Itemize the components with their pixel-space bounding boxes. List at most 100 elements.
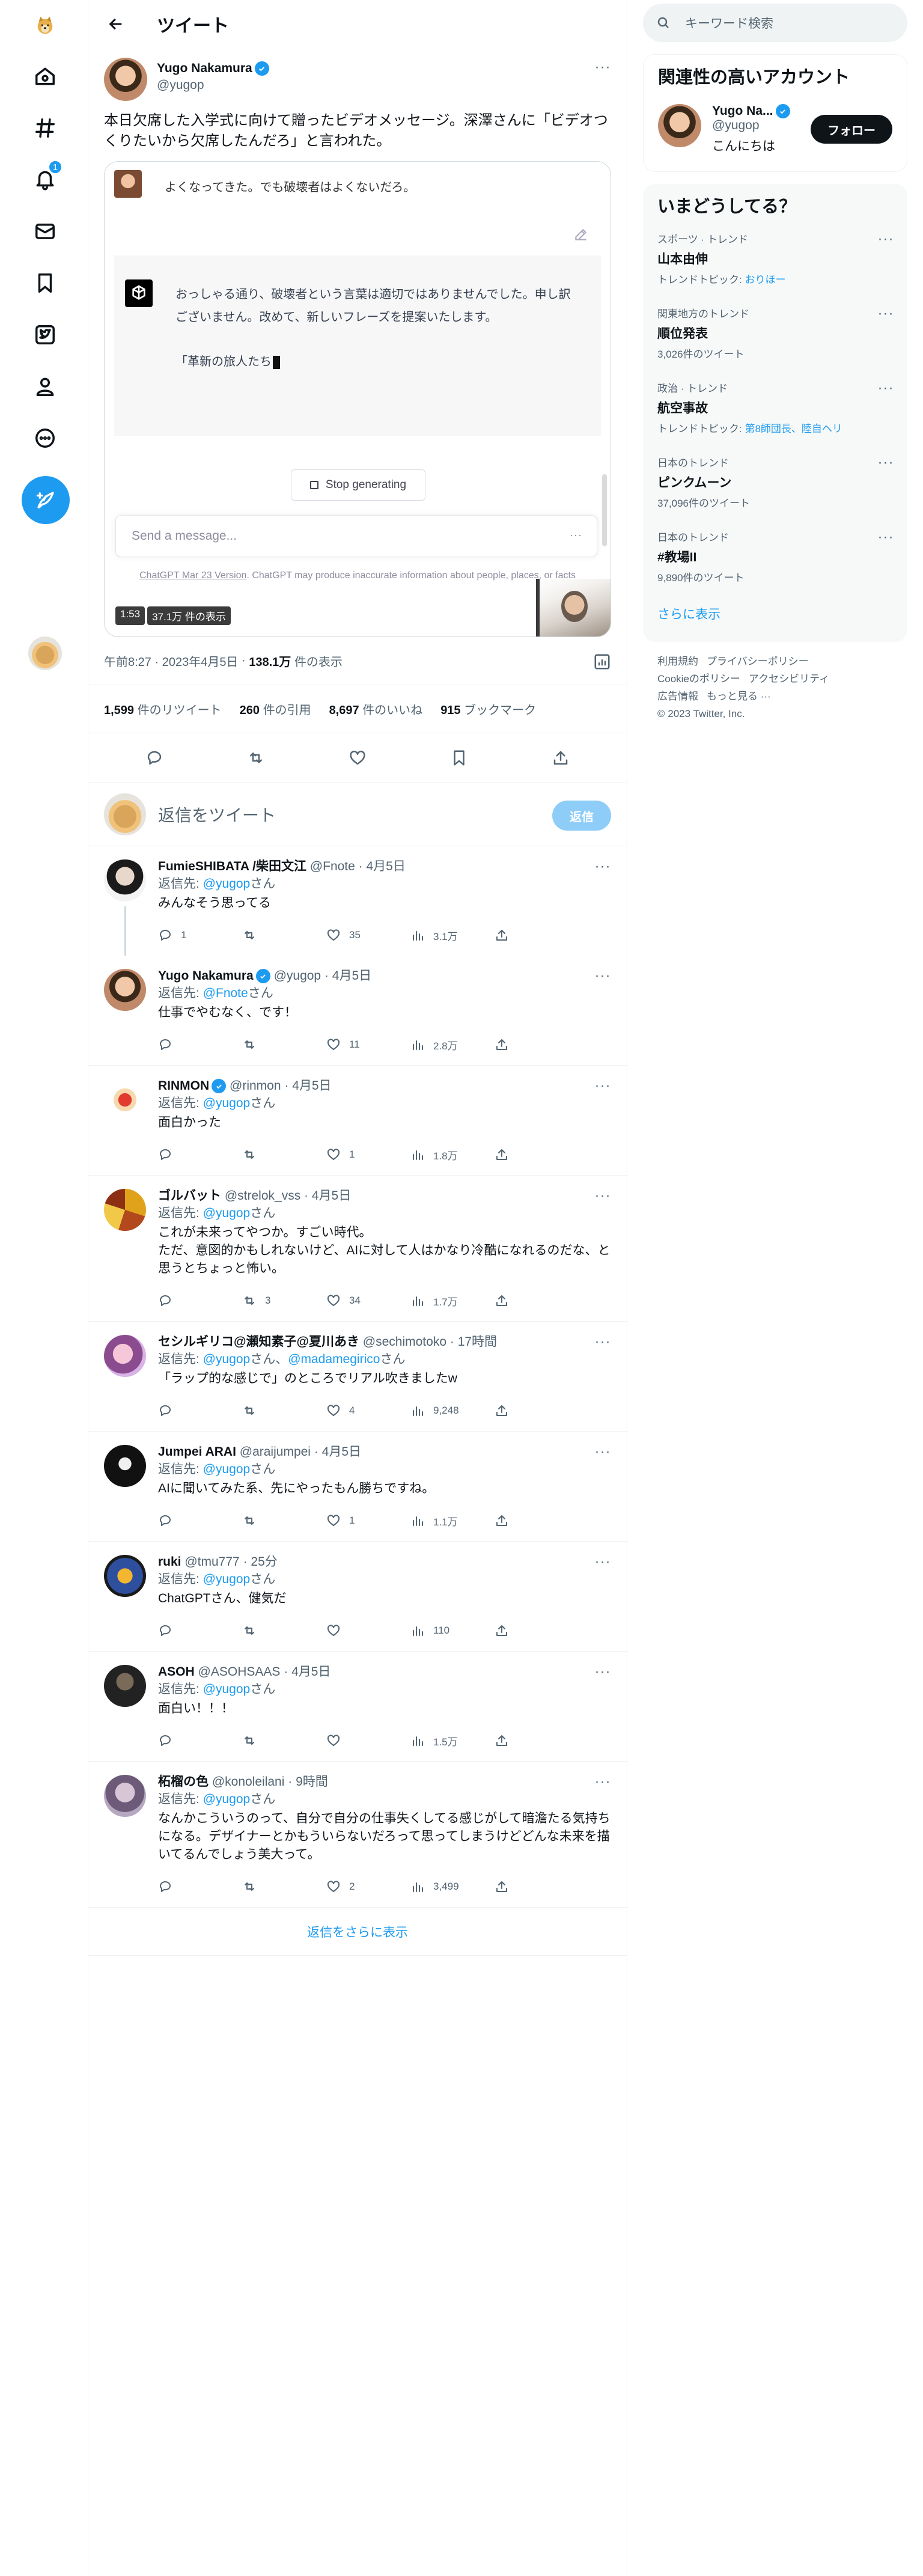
more-options-icon[interactable]: ···	[591, 1444, 615, 1460]
logo-doge-icon[interactable]	[22, 2, 69, 49]
views-action[interactable]: 1.5万	[410, 1733, 495, 1748]
trend-item[interactable]: 政治 · トレンド 航空事故 トレンドトピック: 第8師団長、陸自ヘリ ···	[643, 374, 907, 448]
share-action[interactable]	[495, 1879, 517, 1894]
author-handle[interactable]: @yugop	[157, 78, 269, 93]
reply-date[interactable]: 4月5日	[367, 859, 406, 873]
reply-to-link[interactable]: @yugop	[203, 877, 251, 891]
footer-link[interactable]: 広告情報	[657, 691, 698, 702]
relevant-name[interactable]: Yugo Na...	[712, 104, 773, 118]
reply-author-name[interactable]: 柘榴の色	[158, 1775, 209, 1789]
more-options-icon[interactable]: ···	[874, 231, 898, 248]
show-more-replies[interactable]: 返信をさらに表示	[88, 1908, 627, 1956]
trend-topic-link[interactable]: おりほー	[745, 274, 785, 285]
reply-avatar[interactable]	[104, 969, 146, 1011]
reply-date[interactable]: 4月5日	[292, 1079, 331, 1093]
reply-action[interactable]	[158, 1513, 242, 1528]
reply-input[interactable]: 返信をツイート	[158, 802, 276, 826]
trend-item[interactable]: 関東地方のトレンド 順位発表 3,026件のツイート ···	[643, 299, 907, 374]
profile-icon[interactable]	[22, 363, 69, 410]
reply-date[interactable]: 9時間	[296, 1775, 328, 1789]
trend-item[interactable]: スポーツ · トレンド 山本由伸 トレンドトピック: おりほー ···	[643, 225, 907, 299]
quotes-stat[interactable]: 260 件の引用	[240, 700, 311, 718]
retweet-action[interactable]	[242, 1879, 326, 1894]
like-action[interactable]: 1	[326, 1147, 410, 1162]
reply-author-name[interactable]: ゴルバット	[158, 1189, 221, 1203]
reply-author-name[interactable]: RINMON	[158, 1079, 209, 1093]
more-options-icon[interactable]: ···	[591, 1664, 615, 1680]
trend-topic-link[interactable]: 第8師団長、陸自ヘリ	[745, 423, 842, 435]
reply-avatar[interactable]	[104, 1189, 146, 1231]
reply-author-handle[interactable]: @ASOHSAAS	[198, 1665, 281, 1679]
retweet-action[interactable]	[242, 1147, 326, 1162]
reply-to-link[interactable]: @yugop	[203, 1682, 251, 1696]
reply-to-link[interactable]: @yugop	[203, 1572, 251, 1586]
views-action[interactable]: 110	[410, 1623, 495, 1638]
views-action[interactable]: 2.8万	[410, 1037, 495, 1052]
likes-stat[interactable]: 8,697 件のいいね	[329, 700, 423, 718]
reply-author-name[interactable]: Jumpei ARAI	[158, 1445, 236, 1459]
reply-action[interactable]	[158, 1403, 242, 1418]
reply-date[interactable]: 4月5日	[332, 969, 371, 983]
more-options-icon[interactable]: ···	[874, 380, 898, 397]
author-avatar[interactable]	[104, 58, 147, 101]
reply-author-name[interactable]: ASOH	[158, 1665, 195, 1679]
more-options-icon[interactable]: ···	[591, 1188, 615, 1204]
retweet-action[interactable]	[242, 1513, 326, 1528]
tweet-timestamp[interactable]: 午前8:27 · 2023年4月5日	[104, 652, 238, 670]
reply-to-link[interactable]: @yugop	[203, 1096, 251, 1110]
like-action[interactable]: 35	[326, 928, 410, 942]
share-action[interactable]	[495, 1403, 517, 1418]
search-input[interactable]: キーワード検索	[643, 4, 907, 42]
share-action[interactable]	[495, 1147, 517, 1162]
footer-link[interactable]: もっと見る ···	[707, 691, 771, 702]
relevant-account[interactable]: Yugo Na... @yugop こんにちは フォロー	[644, 96, 907, 163]
analytics-icon[interactable]	[593, 653, 611, 671]
footer-link[interactable]: Cookieのポリシー	[657, 673, 740, 685]
retweet-action[interactable]	[242, 1037, 326, 1052]
reply-date[interactable]: 4月5日	[291, 1665, 331, 1679]
reply-avatar[interactable]	[104, 1079, 146, 1121]
reply-author-handle[interactable]: @araijumpei	[240, 1445, 311, 1459]
more-options-icon[interactable]: ···	[874, 529, 898, 546]
views-action[interactable]: 3.1万	[410, 928, 495, 943]
like-action[interactable]: 11	[326, 1037, 410, 1052]
reply-avatar[interactable]	[104, 1445, 146, 1487]
like-action[interactable]	[326, 1623, 410, 1638]
messages-icon[interactable]	[22, 208, 69, 255]
more-options-icon[interactable]: ···	[874, 454, 898, 471]
footer-link[interactable]: プライバシーポリシー	[707, 656, 809, 667]
reply-avatar[interactable]	[104, 859, 146, 902]
reply-to-link-2[interactable]: @madamegirico	[288, 1352, 380, 1366]
reply-to-link[interactable]: @Fnote	[203, 986, 248, 1000]
trends-show-more[interactable]: さらに表示	[643, 597, 907, 633]
reply-to-link[interactable]: @yugop	[203, 1352, 251, 1366]
reply-to-link[interactable]: @yugop	[203, 1792, 251, 1806]
more-circle-icon[interactable]	[22, 415, 69, 462]
retweet-action[interactable]	[242, 1623, 326, 1638]
reply-author-handle[interactable]: @sechimotoko	[363, 1335, 446, 1349]
home-icon[interactable]	[22, 53, 69, 100]
trend-item[interactable]: 日本のトレンド #教場II 9,890件のツイート ···	[643, 523, 907, 597]
reply-author-name[interactable]: FumieSHIBATA /柴田文江	[158, 859, 306, 873]
more-options-icon[interactable]: ···	[874, 305, 898, 322]
reply-avatar[interactable]	[104, 1665, 146, 1707]
retweets-stat[interactable]: 1,599 件のリツイート	[104, 700, 222, 718]
footer-link[interactable]: アクセシビリティ	[749, 673, 829, 685]
share-action[interactable]	[495, 1623, 517, 1638]
like-action[interactable]: 2	[326, 1879, 410, 1894]
reply-author-handle[interactable]: @strelok_vss	[225, 1189, 300, 1203]
reply-author-handle[interactable]: @rinmon	[230, 1079, 281, 1093]
back-arrow-icon[interactable]	[100, 8, 132, 40]
share-action[interactable]	[495, 1733, 517, 1748]
reply-author-handle[interactable]: @Fnote	[310, 859, 355, 873]
reply-action[interactable]	[158, 1293, 242, 1308]
reply-date[interactable]: 17時間	[458, 1335, 497, 1349]
author-name-row[interactable]: Yugo Nakamura	[157, 61, 269, 76]
reply-author-name[interactable]: ruki	[158, 1555, 181, 1569]
retweet-action[interactable]	[242, 1403, 326, 1418]
reply-to-link[interactable]: @yugop	[203, 1206, 251, 1220]
reply-author-handle[interactable]: @yugop	[274, 969, 321, 983]
more-options-icon[interactable]: ···	[591, 1078, 615, 1094]
reply-action[interactable]: 1	[158, 928, 242, 942]
views-action[interactable]: 9,248	[410, 1403, 495, 1418]
